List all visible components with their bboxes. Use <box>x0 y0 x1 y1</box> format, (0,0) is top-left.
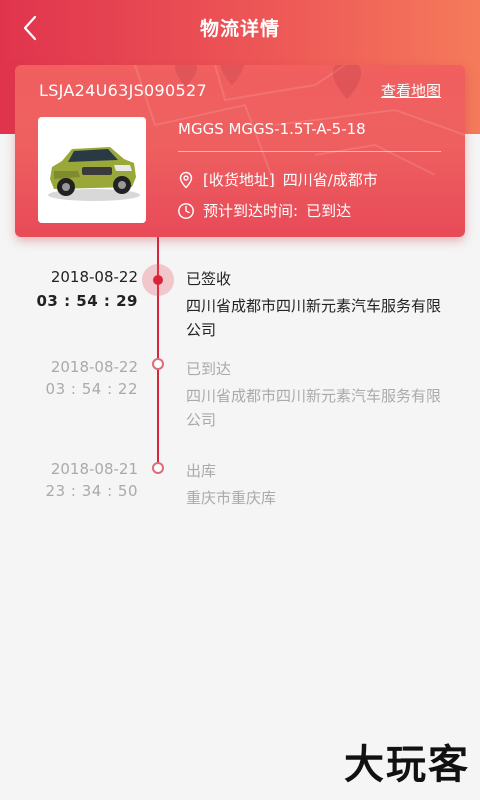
event-status: 出库 <box>186 462 217 480</box>
page-title: 物流详情 <box>199 18 280 40</box>
timeline-dot-active <box>142 264 174 296</box>
event-status: 已签收 <box>186 270 232 288</box>
clock-icon <box>178 202 194 219</box>
event-place: 四川省成都市四川新元素汽车服务有限公司 <box>186 297 442 339</box>
car-model: MGGS MGGS-1.5T-A-5-18 <box>178 120 366 138</box>
eta-label: 预计到达时间: <box>203 202 299 220</box>
location-pin-icon <box>179 171 193 188</box>
event-time: 03 : 54 : 29 <box>36 292 138 310</box>
address-label: [收货地址] <box>203 171 275 189</box>
view-map-link[interactable]: 查看地图 <box>381 80 441 101</box>
event-time: 03 : 54 : 22 <box>45 380 138 398</box>
event-date: 2018-08-21 <box>50 460 138 478</box>
event-place: 四川省成都市四川新元素汽车服务有限公司 <box>186 387 442 429</box>
vehicle-card: LSJA24U63JS090527 查看地图 MGGS MGGS-1.5T-A-… <box>15 65 465 237</box>
event-date: 2018-08-22 <box>50 268 138 286</box>
suv-car-icon <box>38 117 146 223</box>
eta-value: 已到达 <box>306 202 352 220</box>
watermark: 大玩客 <box>344 742 470 788</box>
delivery-address-row: [收货地址] 四川省/成都市 <box>177 169 378 190</box>
address-value: 四川省/成都市 <box>282 171 378 189</box>
vin-number: LSJA24U63JS090527 <box>39 81 207 100</box>
event-place: 重庆市重庆库 <box>186 489 277 507</box>
event-date: 2018-08-22 <box>50 358 138 376</box>
timeline-dot <box>152 358 164 370</box>
timeline-dot <box>152 462 164 474</box>
nav-bar: 物流详情 <box>0 0 480 56</box>
event-time: 23 : 34 : 50 <box>45 482 138 500</box>
car-thumbnail <box>38 117 146 223</box>
card-divider <box>178 151 441 152</box>
eta-row: 预计到达时间: 已到达 <box>177 200 351 221</box>
event-status: 已到达 <box>186 360 232 378</box>
